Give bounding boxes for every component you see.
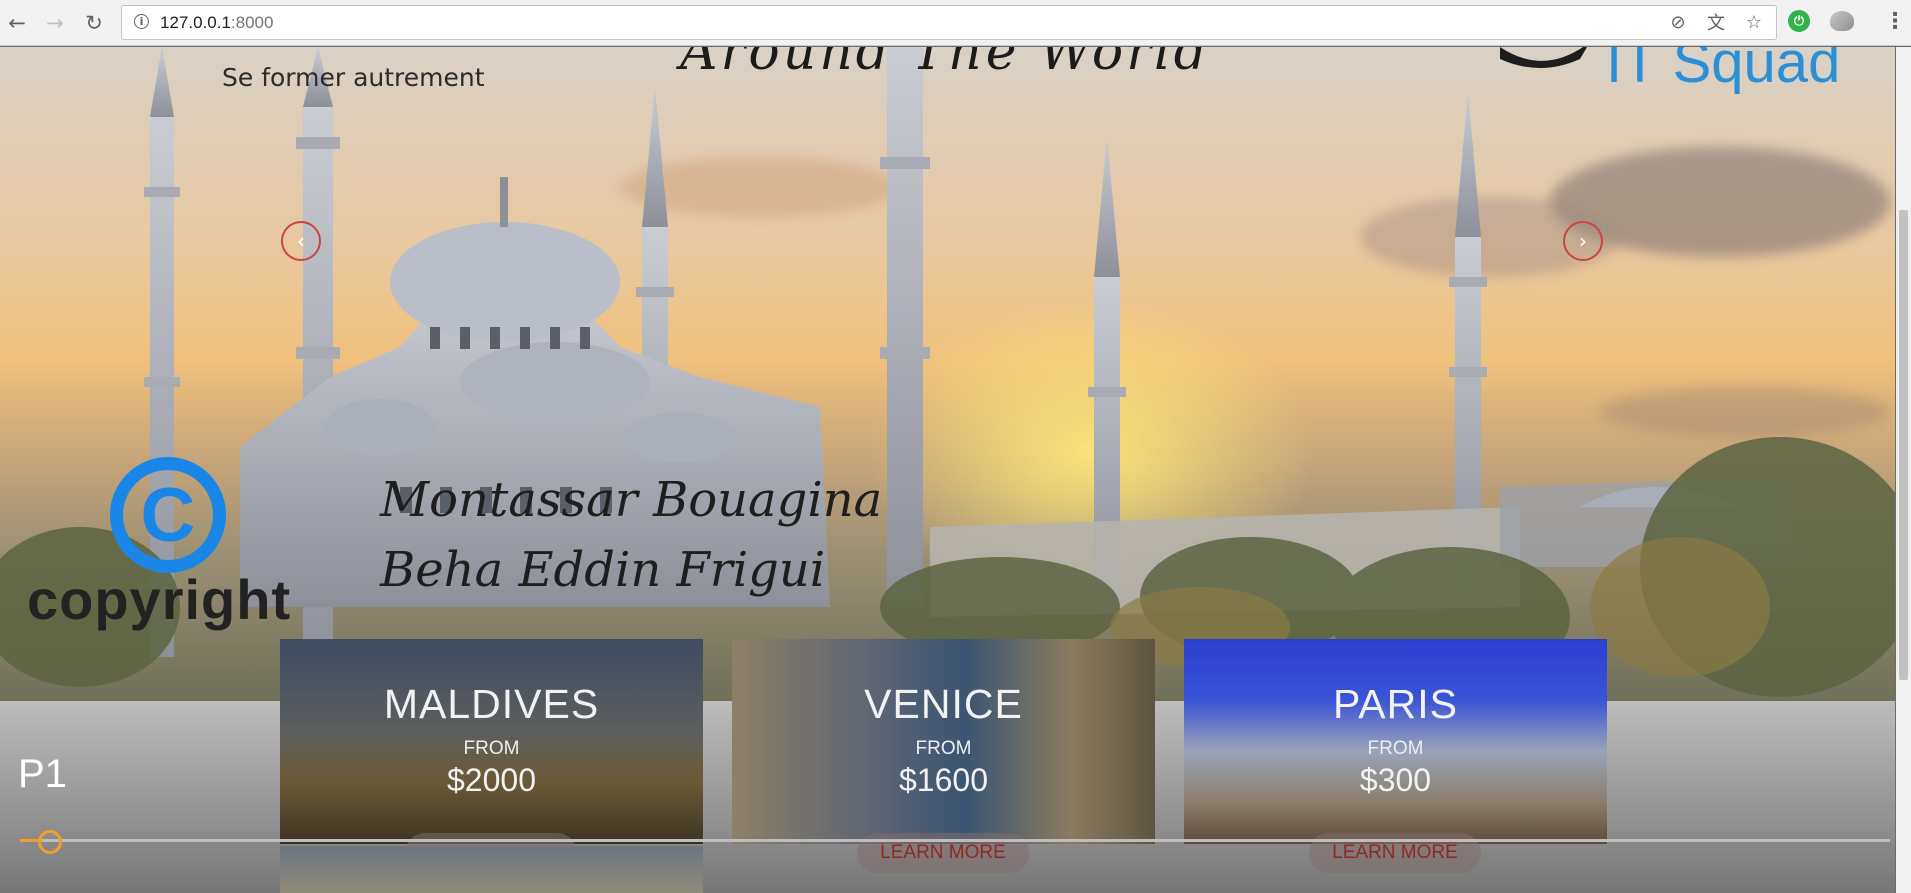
next-card-preview: [280, 846, 703, 893]
it-squad-logo-icon: [1500, 47, 1588, 68]
card-price: $1600: [899, 762, 988, 798]
slider-next-arrow-icon[interactable]: ›: [1563, 221, 1603, 261]
script-title: Around The World: [680, 47, 1210, 82]
slide-label: P1: [18, 752, 67, 796]
card-from-label: FROM: [463, 738, 520, 759]
destination-card-maldives[interactable]: MALDIVES FROM $2000: [280, 639, 703, 844]
author-name-2: Beha Eddin Frigui: [380, 542, 826, 598]
brand-logo-text: IT Squad: [1606, 47, 1841, 95]
destination-card-paris[interactable]: PARIS FROM $300: [1184, 639, 1607, 844]
extension-green-icon[interactable]: ⏻: [1788, 10, 1810, 32]
page-viewport: Se former autrement Around The World IT …: [0, 47, 1895, 893]
blocked-content-icon[interactable]: ⊘: [1666, 10, 1690, 34]
forward-arrow-icon[interactable]: →: [40, 8, 70, 38]
card-title: MALDIVES: [383, 681, 600, 727]
address-bar[interactable]: i 127.0.0.1:8000 ⊘ 文 ☆: [121, 5, 1777, 40]
reload-icon[interactable]: ↻: [79, 8, 109, 38]
card-price: $300: [1359, 762, 1432, 798]
url-text[interactable]: 127.0.0.1:8000: [160, 13, 273, 33]
card-from-label: FROM: [915, 738, 972, 759]
card-title: VENICE: [864, 681, 1023, 727]
copyright-label: copyright: [27, 568, 292, 631]
translate-icon[interactable]: 文: [1704, 10, 1728, 34]
copyright-symbol-icon: C: [110, 457, 226, 573]
slider-handle[interactable]: [38, 830, 62, 854]
destination-card-venice[interactable]: VENICE FROM $1600: [732, 639, 1155, 844]
card-price: $2000: [447, 762, 536, 798]
browser-menu-icon[interactable]: ⋮: [1884, 6, 1906, 38]
site-info-icon[interactable]: i: [134, 14, 149, 29]
bookmark-star-icon[interactable]: ☆: [1742, 10, 1766, 34]
hero-slide-background: Se former autrement Around The World IT …: [0, 47, 1895, 701]
slider-prev-arrow-icon[interactable]: ‹: [281, 221, 321, 261]
card-from-label: FROM: [1367, 738, 1424, 759]
author-name-1: Montassar Bouagina: [380, 472, 883, 528]
back-arrow-icon[interactable]: ←: [2, 8, 32, 38]
scrollbar-thumb[interactable]: [1899, 210, 1908, 680]
card-title: PARIS: [1333, 681, 1458, 727]
browser-toolbar: ← → ↻ i 127.0.0.1:8000 ⊘ 文 ☆ ⏻ ⋮: [0, 0, 1911, 46]
extension-gray-icon[interactable]: [1830, 11, 1854, 31]
logo-tagline: Se former autrement: [222, 63, 485, 92]
slider-track[interactable]: [20, 839, 1890, 842]
